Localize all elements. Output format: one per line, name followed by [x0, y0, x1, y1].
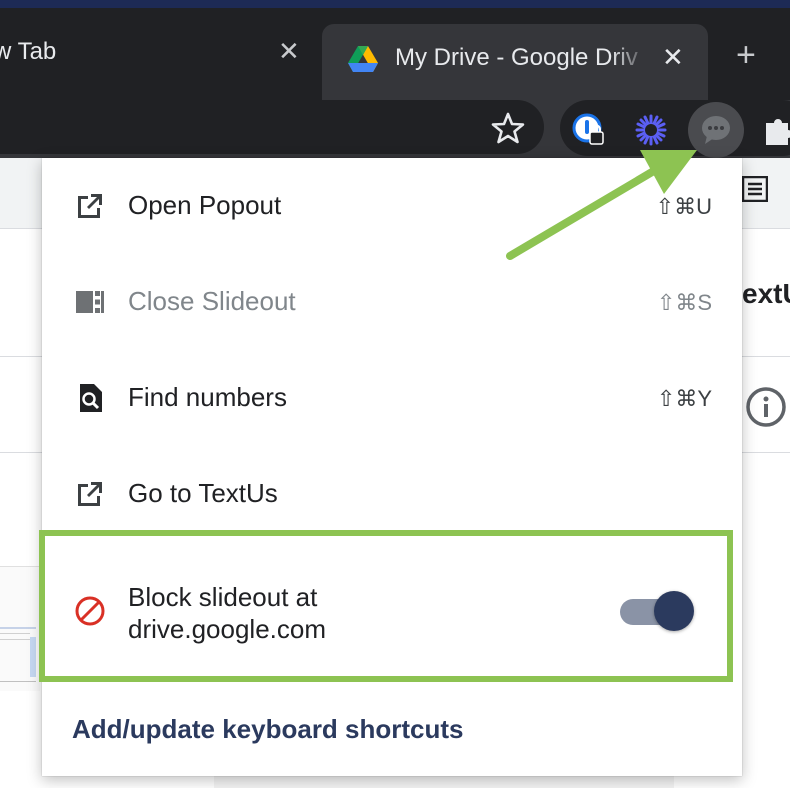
tab-label: w Tab [0, 38, 57, 65]
bookmark-star-icon[interactable] [490, 110, 526, 146]
extension-dropdown-menu: Open Popout ⇧⌘U Close Slideout ⇧⌘S Find … [42, 158, 742, 776]
block-slideout-toggle[interactable] [620, 591, 694, 633]
menu-item-label: Open Popout [128, 190, 282, 220]
tab-close-icon[interactable]: ✕ [278, 36, 300, 67]
keyboard-shortcut: ⇧⌘U [655, 194, 712, 219]
menu-item-open-popout[interactable]: Open Popout ⇧⌘U [42, 158, 742, 254]
menu-item-label: Go to TextUs [128, 478, 278, 508]
info-icon[interactable] [745, 386, 787, 428]
block-label-domain: drive.google.com [128, 614, 326, 644]
keyboard-shortcut: ⇧⌘S [656, 290, 712, 315]
tab-close-icon[interactable]: ✕ [662, 42, 684, 73]
menu-item-close-slideout[interactable]: Close Slideout ⇧⌘S [42, 254, 742, 350]
block-label-line1: Block slideout at [128, 582, 318, 612]
block-icon [75, 596, 105, 626]
tab-label: My Drive - Google Driv [395, 44, 638, 71]
document-thumbnail[interactable] [0, 566, 40, 691]
open-external-icon [78, 482, 102, 506]
chat-bubble-icon [702, 116, 730, 144]
search-document-icon [80, 384, 102, 412]
menu-item-find-numbers[interactable]: Find numbers ⇧⌘Y [42, 350, 742, 446]
page-logo-text: extU [742, 278, 790, 309]
tab-new-tab[interactable]: w Tab ✕ [0, 24, 320, 84]
open-external-icon [78, 194, 102, 218]
menu-item-label: Close Slideout [128, 286, 296, 316]
keyboard-shortcut: ⇧⌘Y [656, 386, 712, 411]
menu-item-label: Find numbers [128, 382, 287, 412]
google-drive-icon [348, 46, 378, 72]
password-manager-icon[interactable] [572, 113, 606, 147]
block-slideout-label: Block slideout at drive.google.com [128, 581, 326, 645]
slideout-panel-icon [76, 291, 104, 313]
keyboard-shortcuts-link[interactable]: Add/update keyboard shortcuts [72, 714, 464, 745]
puzzle-extensions-icon[interactable] [762, 113, 790, 147]
menu-item-go-to-textus[interactable]: Go to TextUs [42, 446, 742, 542]
new-tab-button[interactable]: + [736, 38, 756, 72]
asterisk-extension-icon[interactable] [634, 113, 668, 147]
window-top-edge [0, 0, 790, 8]
toggle-knob [654, 591, 694, 631]
list-view-icon[interactable] [742, 176, 768, 202]
tab-my-drive[interactable]: My Drive - Google Driv ✕ [322, 24, 708, 100]
address-bar[interactable] [0, 100, 544, 154]
